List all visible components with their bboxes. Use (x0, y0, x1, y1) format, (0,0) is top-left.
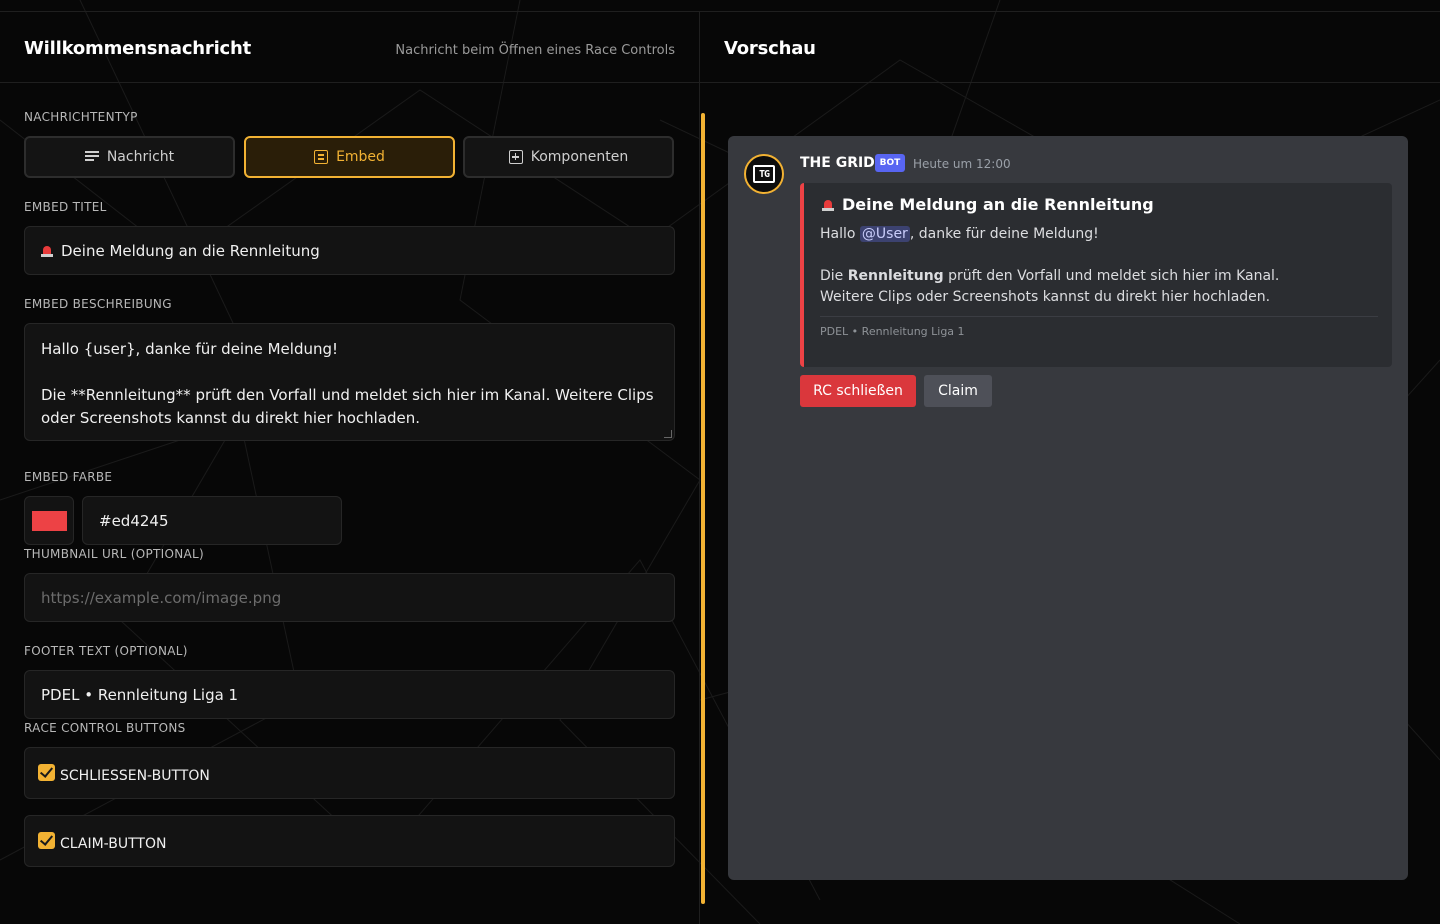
embed-title: Deine Meldung an die Rennleitung (822, 195, 1154, 214)
text-fragment: , danke für deine Meldung! (909, 226, 1099, 242)
embed-desc-line: Die Rennleitung prüft den Vorfall und me… (820, 266, 1380, 287)
discord-preview: TG THE GRID BOT Heute um 12:00 Deine Mel… (728, 136, 1408, 880)
embed-desc-label: EMBED BESCHREIBUNG (24, 297, 172, 311)
embed-desc-line: Hallo @User, danke für deine Meldung! (820, 224, 1380, 245)
checkbox-label: SCHLIESSEN-BUTTON (60, 768, 210, 784)
editor-title: Willkommensnachricht (24, 38, 252, 59)
thumbnail-label: THUMBNAIL URL (OPTIONAL) (24, 547, 204, 561)
avatar: TG (744, 154, 784, 194)
embed-desc-textarea[interactable]: Hallo {user}, danke für deine Meldung! D… (24, 323, 675, 441)
siren-icon (41, 244, 53, 258)
embed-desc-line: Die **Rennleitung** prüft den Vorfall un… (41, 386, 654, 427)
type-button-komponenten[interactable]: Komponenten (463, 136, 674, 178)
embed-title-input[interactable]: Deine Meldung an die Rennleitung (24, 226, 675, 275)
color-hex-input[interactable]: #ed4245 (82, 496, 342, 545)
lines-icon (84, 151, 99, 163)
text-fragment: Hallo (820, 226, 860, 242)
embed-title-value: Deine Meldung an die Rennleitung (61, 241, 320, 260)
checkbox-label: CLAIM-BUTTON (60, 836, 167, 852)
type-button-nachricht[interactable]: Nachricht (24, 136, 235, 178)
user-mention[interactable]: @User (859, 226, 910, 242)
siren-icon (822, 198, 834, 212)
embed-title-label: EMBED TITEL (24, 200, 107, 214)
embed-description: Hallo @User, danke für deine Meldung! Di… (820, 224, 1380, 308)
message-timestamp: Heute um 12:00 (913, 157, 1011, 171)
bot-name: THE GRID (800, 155, 875, 171)
type-button-label: Komponenten (530, 149, 629, 165)
checkbox-checked-icon[interactable] (38, 832, 55, 849)
rc-close-button[interactable]: RC schließen (800, 375, 916, 407)
preview-panel: Vorschau TG THE GRID BOT Heute um 12:00 … (700, 11, 1440, 924)
thumbnail-input[interactable]: https://example.com/image.png (24, 573, 675, 622)
avatar-logo: TG (753, 165, 775, 183)
type-label: NACHRICHTENTYP (24, 110, 138, 124)
bold-text: Rennleitung (847, 268, 944, 284)
preview-header: Vorschau (700, 11, 1440, 83)
text-fragment: prüft den Vorfall und meldet sich hier i… (943, 268, 1280, 284)
embed-title-text: Deine Meldung an die Rennleitung (842, 195, 1154, 214)
footer-input[interactable]: PDEL • Rennleitung Liga 1 (24, 670, 675, 719)
type-button-embed[interactable]: Embed (244, 136, 455, 178)
plus-box-icon (508, 150, 523, 164)
footer-value: PDEL • Rennleitung Liga 1 (41, 685, 239, 704)
resize-grip-icon[interactable] (664, 430, 672, 438)
editor-header: Willkommensnachricht Nachricht beim Öffn… (0, 11, 699, 83)
type-button-label: Embed (336, 149, 385, 165)
color-swatch[interactable] (24, 496, 74, 545)
claim-button[interactable]: Claim (924, 375, 992, 407)
checkbox-row-close[interactable]: SCHLIESSEN-BUTTON (24, 747, 675, 799)
thumbnail-placeholder: https://example.com/image.png (41, 588, 282, 607)
color-label: EMBED FARBE (24, 470, 113, 484)
preview-title: Vorschau (724, 38, 816, 59)
text-fragment: Die (820, 268, 848, 284)
embed-footer-divider (820, 316, 1378, 317)
type-button-label: Nachricht (106, 149, 175, 165)
checkbox-row-claim[interactable]: CLAIM-BUTTON (24, 815, 675, 867)
buttons-label: RACE CONTROL BUTTONS (24, 721, 186, 735)
footer-label: FOOTER TEXT (OPTIONAL) (24, 644, 188, 658)
embed-card: Deine Meldung an die Rennleitung Hallo @… (800, 183, 1392, 367)
color-hex-value: #ed4245 (99, 511, 169, 530)
embed-desc-line: Weitere Clips oder Screenshots kannst du… (820, 289, 1271, 305)
embed-footer: PDEL • Rennleitung Liga 1 (820, 325, 965, 338)
embed-desc-line: Hallo {user}, danke für deine Meldung! (41, 340, 339, 358)
editor-panel: Willkommensnachricht Nachricht beim Öffn… (0, 11, 699, 924)
bot-badge: BOT (875, 154, 905, 172)
embed-icon (314, 150, 329, 164)
checkbox-checked-icon[interactable] (38, 764, 55, 781)
editor-subtitle: Nachricht beim Öffnen eines Race Control… (395, 43, 675, 58)
